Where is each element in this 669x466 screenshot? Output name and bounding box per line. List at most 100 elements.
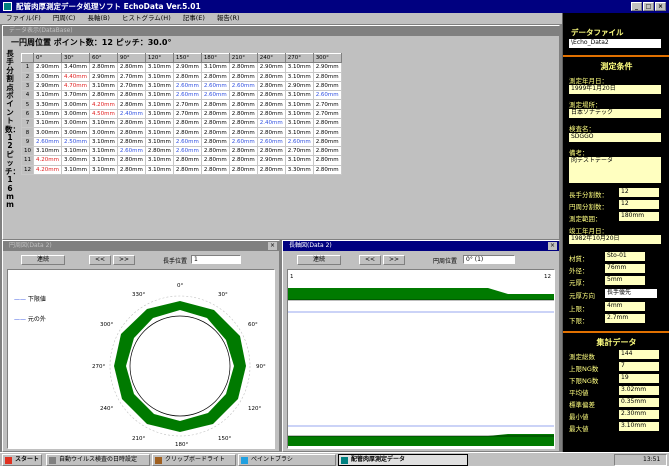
table-cell[interactable]: 2.70mm	[172, 108, 202, 120]
table-cell[interactable]: 2.80mm	[116, 99, 146, 110]
table-cell[interactable]: 3.10mm	[284, 62, 314, 73]
position-field[interactable]: 0° (1)	[463, 255, 515, 264]
table-cell[interactable]: 3.30mm	[33, 99, 62, 110]
continuous-button[interactable]: 連続	[21, 255, 65, 265]
table-cell[interactable]: 2.80mm	[312, 118, 342, 129]
table-cell[interactable]: 2.80mm	[228, 62, 258, 73]
table-cell[interactable]: 3.10mm	[144, 80, 174, 92]
next-button[interactable]: >>	[383, 255, 405, 265]
table-cell[interactable]: 2.80mm	[312, 80, 342, 92]
table-cell[interactable]: 3.10mm	[60, 145, 90, 157]
close-icon[interactable]: ×	[268, 242, 277, 250]
table-cell[interactable]: 3.30mm	[284, 164, 314, 175]
table-cell[interactable]: 2.80mm	[200, 71, 230, 82]
table-cell[interactable]: 2.80mm	[256, 90, 286, 101]
table-cell[interactable]: 4.20mm	[88, 99, 118, 110]
table-cell[interactable]: 3.00mm	[88, 127, 118, 138]
direction-select[interactable]: 長手優先	[605, 289, 657, 298]
table-cell[interactable]: 2.70mm	[116, 80, 146, 92]
table-cell[interactable]: 2.90mm	[172, 62, 202, 73]
menu-report[interactable]: 報告(R)	[217, 13, 240, 24]
upper-field[interactable]: 4mm	[605, 302, 645, 311]
place-field[interactable]: 日本ソナテック	[569, 109, 661, 118]
table-cell[interactable]: 2.80mm	[228, 118, 258, 129]
table-cell[interactable]: 3.10mm	[144, 99, 174, 110]
table-cell[interactable]: 2.80mm	[116, 136, 146, 147]
od-field[interactable]: 76mm	[605, 264, 645, 273]
position-field[interactable]: 1	[191, 255, 241, 264]
table-cell[interactable]: 3.10mm	[144, 90, 174, 101]
table-cell[interactable]: 2.80mm	[312, 164, 342, 175]
table-cell[interactable]: 2.80mm	[228, 164, 258, 175]
table-cell[interactable]: 2.80mm	[116, 127, 146, 138]
table-cell[interactable]: 4.20mm	[33, 155, 62, 166]
table-cell[interactable]: 3.10mm	[144, 127, 174, 138]
table-cell[interactable]: 2.70mm	[312, 108, 342, 120]
table-cell[interactable]: 2.80mm	[200, 164, 230, 175]
table-cell[interactable]: 2.60mm	[172, 145, 202, 157]
table-cell[interactable]: 2.80mm	[200, 155, 230, 166]
table-cell[interactable]: 3.10mm	[33, 90, 62, 101]
table-cell[interactable]: 3.10mm	[88, 118, 118, 129]
table-cell[interactable]: 2.80mm	[256, 108, 286, 120]
table-cell[interactable]: 3.10mm	[284, 99, 314, 110]
range-field[interactable]: 180mm	[619, 212, 659, 221]
table-cell[interactable]: 3.10mm	[88, 155, 118, 166]
table-cell[interactable]: 3.10mm	[144, 136, 174, 147]
table-cell[interactable]: 2.80mm	[200, 99, 230, 110]
table-cell[interactable]: 2.80mm	[256, 127, 286, 138]
name-field[interactable]: SDGGO	[569, 133, 661, 142]
menu-article[interactable]: 記事(E)	[183, 13, 205, 24]
table-cell[interactable]: 2.40mm	[116, 108, 146, 120]
note-field[interactable]: 肉テストデータ	[569, 157, 661, 183]
table-cell[interactable]: 2.80mm	[116, 62, 146, 73]
table-cell[interactable]: 2.60mm	[200, 90, 230, 101]
table-cell[interactable]: 3.10mm	[144, 71, 174, 82]
table-cell[interactable]: 2.80mm	[228, 127, 258, 138]
table-cell[interactable]: 2.90mm	[256, 62, 286, 73]
table-cell[interactable]: 2.90mm	[312, 62, 342, 73]
circ-div-field[interactable]: 12	[619, 200, 659, 209]
table-cell[interactable]: 3.10mm	[284, 71, 314, 82]
table-cell[interactable]: 3.10mm	[284, 118, 314, 129]
table-cell[interactable]: 2.60mm	[33, 136, 62, 147]
table-cell[interactable]: 2.80mm	[228, 145, 258, 157]
task-pipe-data[interactable]: 配管肉厚測定データ	[338, 454, 468, 466]
table-cell[interactable]: 3.00mm	[33, 71, 62, 82]
table-cell[interactable]: 4.50mm	[88, 108, 118, 120]
lower-field[interactable]: 2.7mm	[605, 314, 645, 323]
table-cell[interactable]: 3.10mm	[60, 164, 90, 175]
table-cell[interactable]: 3.00mm	[60, 108, 90, 120]
table-cell[interactable]: 2.80mm	[172, 155, 202, 166]
table-cell[interactable]: 2.90mm	[33, 62, 62, 73]
table-cell[interactable]: 2.80mm	[172, 164, 202, 175]
table-cell[interactable]: 2.80mm	[228, 99, 258, 110]
table-cell[interactable]: 3.10mm	[88, 145, 118, 157]
table-cell[interactable]: 2.70mm	[172, 99, 202, 110]
prev-button[interactable]: <<	[359, 255, 381, 265]
table-cell[interactable]: 2.60mm	[200, 80, 230, 92]
table-cell[interactable]: 3.00mm	[33, 127, 62, 138]
table-cell[interactable]: 3.10mm	[88, 164, 118, 175]
table-cell[interactable]: 2.80mm	[312, 155, 342, 166]
table-cell[interactable]: 2.80mm	[200, 145, 230, 157]
table-cell[interactable]: 2.80mm	[144, 145, 174, 157]
table-cell[interactable]: 2.80mm	[88, 90, 118, 101]
table-cell[interactable]: 2.80mm	[312, 136, 342, 147]
maximize-button[interactable]: □	[643, 2, 654, 11]
wall-field[interactable]: 5mm	[605, 276, 645, 285]
table-cell[interactable]: 2.60mm	[228, 80, 258, 92]
table-cell[interactable]: 3.10mm	[284, 155, 314, 166]
table-cell[interactable]: 2.70mm	[116, 71, 146, 82]
table-cell[interactable]: 3.10mm	[88, 136, 118, 147]
close-button[interactable]: ×	[655, 2, 666, 11]
close-icon[interactable]: ×	[548, 242, 557, 250]
table-cell[interactable]: 2.80mm	[172, 71, 202, 82]
task-clipboard[interactable]: クリップボードライト	[152, 454, 236, 466]
table-cell[interactable]: 2.80mm	[172, 118, 202, 129]
table-cell[interactable]: 2.80mm	[116, 155, 146, 166]
menu-circumference[interactable]: 円周(C)	[53, 13, 76, 24]
table-cell[interactable]: 2.70mm	[284, 145, 314, 157]
table-cell[interactable]: 2.80mm	[200, 136, 230, 147]
table-cell[interactable]: 2.80mm	[228, 90, 258, 101]
